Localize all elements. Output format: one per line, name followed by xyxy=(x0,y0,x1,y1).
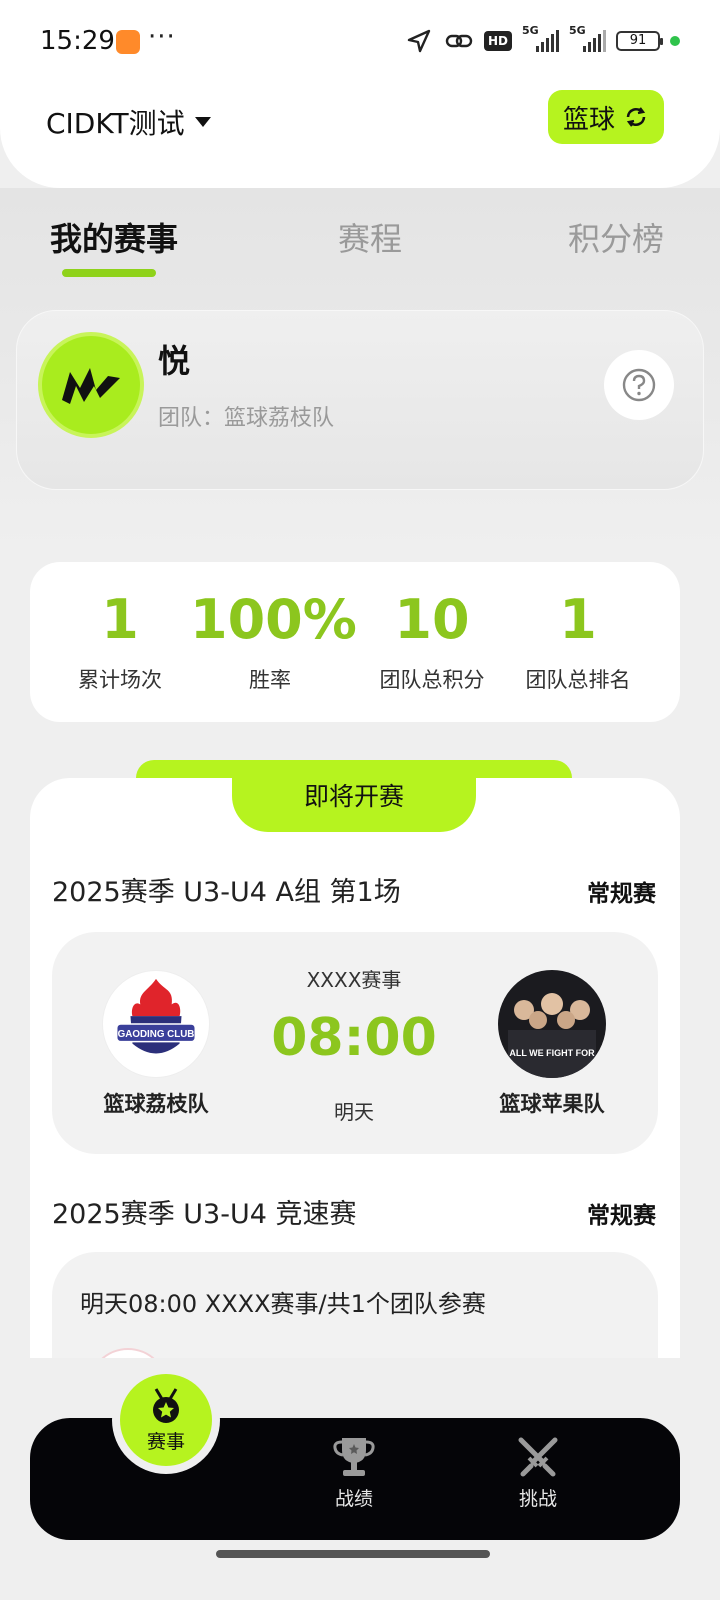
away-team-name: 篮球苹果队 xyxy=(499,1092,605,1116)
stat-label: 团队总排名 xyxy=(525,668,631,692)
hd-voice-icon: HD xyxy=(483,31,512,51)
status-icons: HD 5G 5G 91 xyxy=(404,24,680,54)
nav-item-challenge[interactable]: 挑战 xyxy=(488,1436,588,1511)
match-info: 明天08:00 XXXX赛事/共1个团队参赛 xyxy=(80,1290,486,1318)
caret-down-icon xyxy=(194,117,211,127)
event-name: XXXX赛事 xyxy=(306,968,402,992)
signal-icon: 5G xyxy=(522,24,559,52)
nav-label: 战绩 xyxy=(334,1488,373,1510)
stat-label: 团队总积分 xyxy=(379,668,485,692)
active-tab-indicator xyxy=(62,269,156,277)
nav-item-events[interactable]: 赛事 xyxy=(120,1374,212,1466)
profile-team: 团队：篮球荔枝队 xyxy=(158,400,334,432)
sport-switch-button[interactable]: 篮球 xyxy=(548,90,664,144)
tab-schedule[interactable]: 赛程 xyxy=(338,214,402,260)
stat-team-rank: 1 团队总排名 xyxy=(498,562,658,694)
stat-value: 100% xyxy=(190,588,357,651)
status-time: 15:29 xyxy=(40,26,115,56)
home-indicator[interactable] xyxy=(216,1550,490,1558)
more-notifications-icon: ··· xyxy=(148,22,176,52)
app-header: CIDKT测试 篮球 xyxy=(0,84,720,188)
home-team-name: 篮球荔枝队 xyxy=(103,1092,209,1116)
stat-label: 累计场次 xyxy=(78,668,162,692)
match-type: 常规赛 xyxy=(587,1203,656,1229)
stat-value: 1 xyxy=(559,588,597,651)
stat-value: 10 xyxy=(394,588,470,651)
link-icon xyxy=(444,28,474,54)
match-type: 常规赛 xyxy=(587,881,656,907)
team-prefix: 团队： xyxy=(158,406,225,431)
stats-card: 1 累计场次 100% 胜率 10 团队总积分 1 团队总排名 xyxy=(30,562,680,722)
help-button[interactable] xyxy=(604,350,674,420)
stat-team-points: 10 团队总积分 xyxy=(352,562,512,694)
team-name: 篮球荔枝队 xyxy=(224,406,335,431)
status-bar: 15:29 ··· HD 5G 5G 91 xyxy=(0,0,720,84)
svg-text:GAODING CLUB: GAODING CLUB xyxy=(118,1029,195,1040)
match-title: 2025赛季 U3-U4 A组 第1场 xyxy=(52,877,401,908)
org-name: CIDKT测试 xyxy=(46,107,185,140)
home-team-logo: GAODING CLUB xyxy=(102,970,210,1078)
org-selector[interactable]: CIDKT测试 xyxy=(46,102,211,142)
stat-win-rate: 100% 胜率 xyxy=(190,562,357,694)
switch-icon xyxy=(626,107,646,127)
team-logo-icon xyxy=(62,368,120,404)
app-notification-icon xyxy=(116,30,140,54)
trophy-icon xyxy=(333,1438,375,1476)
stat-label: 胜率 xyxy=(249,668,291,692)
medal-icon xyxy=(153,1387,179,1423)
svg-text:ALL WE FIGHT FOR: ALL WE FIGHT FOR xyxy=(509,1048,595,1058)
match-title: 2025赛季 U3-U4 竞速赛 xyxy=(52,1199,357,1230)
nav-label: 挑战 xyxy=(518,1488,557,1510)
stat-total-matches: 1 累计场次 xyxy=(40,562,200,694)
question-icon xyxy=(622,368,656,402)
location-icon xyxy=(404,28,434,54)
upcoming-section-label: 即将开赛 xyxy=(232,776,476,832)
nav-item-record[interactable]: 战绩 xyxy=(304,1436,404,1511)
tab-standings[interactable]: 积分榜 xyxy=(568,214,664,260)
battery-icon: 91 xyxy=(616,31,663,51)
avatar[interactable] xyxy=(38,332,144,438)
kickoff-time: 08:00 xyxy=(271,1008,437,1068)
nav-label: 赛事 xyxy=(146,1430,185,1453)
signal-icon-2: 5G xyxy=(569,24,606,52)
sport-label: 篮球 xyxy=(562,104,615,135)
profile-name: 悦 xyxy=(158,342,191,380)
kickoff-day: 明天 xyxy=(334,1100,374,1124)
crossed-swords-icon xyxy=(518,1437,558,1477)
privacy-indicator-icon xyxy=(670,36,680,46)
tab-my-events[interactable]: 我的赛事 xyxy=(50,214,178,260)
away-team-logo: ALL WE FIGHT FOR xyxy=(498,970,606,1078)
stat-value: 1 xyxy=(101,588,139,651)
tab-bar: 我的赛事 赛程 积分榜 xyxy=(0,214,720,284)
